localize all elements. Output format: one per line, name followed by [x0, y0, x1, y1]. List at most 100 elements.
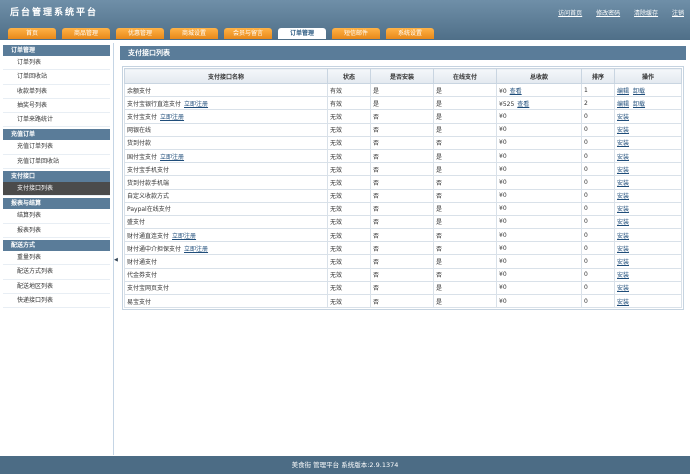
action-link[interactable]: 卸载: [633, 88, 645, 95]
total-amount: ¥525: [499, 100, 515, 108]
action-link[interactable]: 安装: [617, 193, 629, 200]
logout-link[interactable]: 注销: [672, 10, 684, 17]
action-link[interactable]: 安装: [617, 154, 629, 161]
table-row: 余额支付 有效是是 ¥0 查看 1 编辑 卸载: [124, 82, 682, 98]
action-link[interactable]: 安装: [617, 299, 629, 306]
sidebar-item[interactable]: 重量列表: [3, 251, 110, 266]
sidebar-item[interactable]: 报表列表: [3, 224, 110, 238]
action-link[interactable]: 安装: [617, 180, 629, 187]
cell-installed: 否: [370, 109, 434, 124]
action-link[interactable]: 编辑: [617, 101, 629, 108]
total-amount: ¥0: [499, 271, 507, 279]
cell-name: 支付宝支付 立即注册: [124, 109, 328, 124]
cell-name: 余额支付: [124, 82, 328, 98]
tab-promotions[interactable]: 优惠管理: [116, 28, 164, 39]
tab-products[interactable]: 商品管理: [62, 28, 110, 39]
register-link[interactable]: 立即注册: [184, 101, 208, 108]
sidebar-item[interactable]: 订单来路统计: [3, 113, 110, 128]
action-link[interactable]: 安装: [617, 285, 629, 292]
sidebar-item[interactable]: 收款单列表: [3, 85, 110, 99]
register-link[interactable]: 立即注册: [160, 114, 184, 121]
sidebar-item[interactable]: 快递接口列表: [3, 294, 110, 309]
cell-sort: 0: [581, 109, 615, 124]
action-link[interactable]: 安装: [617, 114, 629, 121]
view-link[interactable]: 查看: [510, 88, 522, 95]
table-row: 国付宝支付 立即注册 无效否是 ¥0 0 安装: [124, 148, 682, 164]
action-link[interactable]: 安装: [617, 233, 629, 240]
cell-sort: 0: [581, 175, 615, 190]
sidebar-item[interactable]: 配送方式列表: [3, 265, 110, 280]
action-link[interactable]: 安装: [617, 219, 629, 226]
tab-system-settings[interactable]: 系统设置: [386, 28, 434, 39]
col-installed-header: 是否安装: [370, 68, 434, 84]
action-link[interactable]: 安装: [617, 272, 629, 279]
sidebar-group: 订单管理 订单列表 订单回收站 收款单列表 抽奖号列表 订单来路统计: [3, 45, 110, 128]
cell-status: 无效: [327, 175, 371, 190]
sidebar-item[interactable]: 充值订单列表: [3, 140, 110, 155]
total-amount: ¥0: [499, 165, 507, 173]
total-amount: ¥0: [499, 297, 507, 305]
table-row: 财付通直连支付 立即注册 无效否否 ¥0 0 安装: [124, 228, 682, 243]
sidebar-item[interactable]: 订单回收站: [3, 70, 110, 85]
tab-sms-email[interactable]: 短信邮件: [332, 28, 380, 39]
cell-status: 无效: [327, 241, 371, 256]
cell-status: 无效: [327, 201, 371, 216]
sidebar-item[interactable]: 抽奖号列表: [3, 99, 110, 114]
cell-actions: 安装: [614, 267, 682, 282]
total-amount: ¥0: [499, 87, 507, 95]
cell-total: ¥0: [496, 293, 582, 309]
cell-sort: 2: [581, 96, 615, 111]
action-link[interactable]: 卸载: [633, 101, 645, 108]
cell-actions: 安装: [614, 228, 682, 243]
tab-shop-settings[interactable]: 商城设置: [170, 28, 218, 39]
action-link[interactable]: 安装: [617, 246, 629, 253]
cell-installed: 否: [370, 201, 434, 216]
col-status-header: 状态: [327, 68, 371, 84]
action-link[interactable]: 安装: [617, 127, 629, 134]
cell-total: ¥0: [496, 122, 582, 137]
payment-name: 支付宝银行直连支付: [127, 100, 182, 108]
clear-cache-link[interactable]: 清除缓存: [634, 10, 658, 17]
register-link[interactable]: 立即注册: [184, 246, 208, 253]
sidebar-item[interactable]: 结算列表: [3, 209, 110, 224]
action-link[interactable]: 编辑: [617, 88, 629, 95]
total-amount: ¥0: [499, 126, 507, 134]
sidebar-item[interactable]: 充值订单回收站: [3, 155, 110, 170]
sidebar-item[interactable]: 订单列表: [3, 56, 110, 71]
change-password-link[interactable]: 修改密码: [596, 10, 620, 17]
cell-status: 无效: [327, 109, 371, 124]
cell-online: 是: [433, 254, 497, 269]
page-title: 支付接口列表: [120, 46, 686, 60]
action-link[interactable]: 安装: [617, 167, 629, 174]
table-row: 自定义收款方式 无效否否 ¥0 0 安装: [124, 188, 682, 203]
cell-online: 是: [433, 293, 497, 309]
total-amount: ¥0: [499, 218, 507, 226]
action-link[interactable]: 安装: [617, 140, 629, 147]
tab-home[interactable]: 首页: [8, 28, 56, 39]
cell-installed: 否: [370, 228, 434, 243]
cell-installed: 否: [370, 188, 434, 203]
cell-name: 支付宝网页支付: [124, 280, 328, 296]
total-amount: ¥0: [499, 139, 507, 147]
sidebar-item[interactable]: 配送地区列表: [3, 280, 110, 294]
register-link[interactable]: 立即注册: [160, 154, 184, 161]
sidebar-item[interactable]: 支付接口列表: [3, 182, 110, 197]
sidebar-collapse-icon[interactable]: ◀: [114, 255, 118, 265]
register-link[interactable]: 立即注册: [172, 233, 196, 240]
cell-total: ¥0: [496, 135, 582, 150]
tab-orders[interactable]: 订单管理: [278, 28, 326, 39]
cell-total: ¥0: [496, 241, 582, 256]
view-link[interactable]: 查看: [517, 101, 529, 108]
payment-table-body: 余额支付 有效是是 ¥0 查看 1 编辑 卸载 支付宝银行直连支付 立即注册 有效是是 ¥525 查看…: [124, 82, 682, 309]
cell-status: 无效: [327, 280, 371, 296]
col-total-header: 总收款: [496, 68, 582, 84]
visit-home-link[interactable]: 访问首页: [558, 10, 582, 17]
tab-members[interactable]: 会员与留言: [224, 28, 272, 39]
payment-name: Paypal在线支付: [127, 206, 171, 214]
payment-name: 财付通中介担保支付: [127, 245, 182, 253]
action-link[interactable]: 安装: [617, 206, 629, 213]
action-link[interactable]: 安装: [617, 259, 629, 266]
cell-installed: 否: [370, 122, 434, 137]
cell-total: ¥0 查看: [496, 82, 582, 98]
cell-online: 是: [433, 201, 497, 216]
